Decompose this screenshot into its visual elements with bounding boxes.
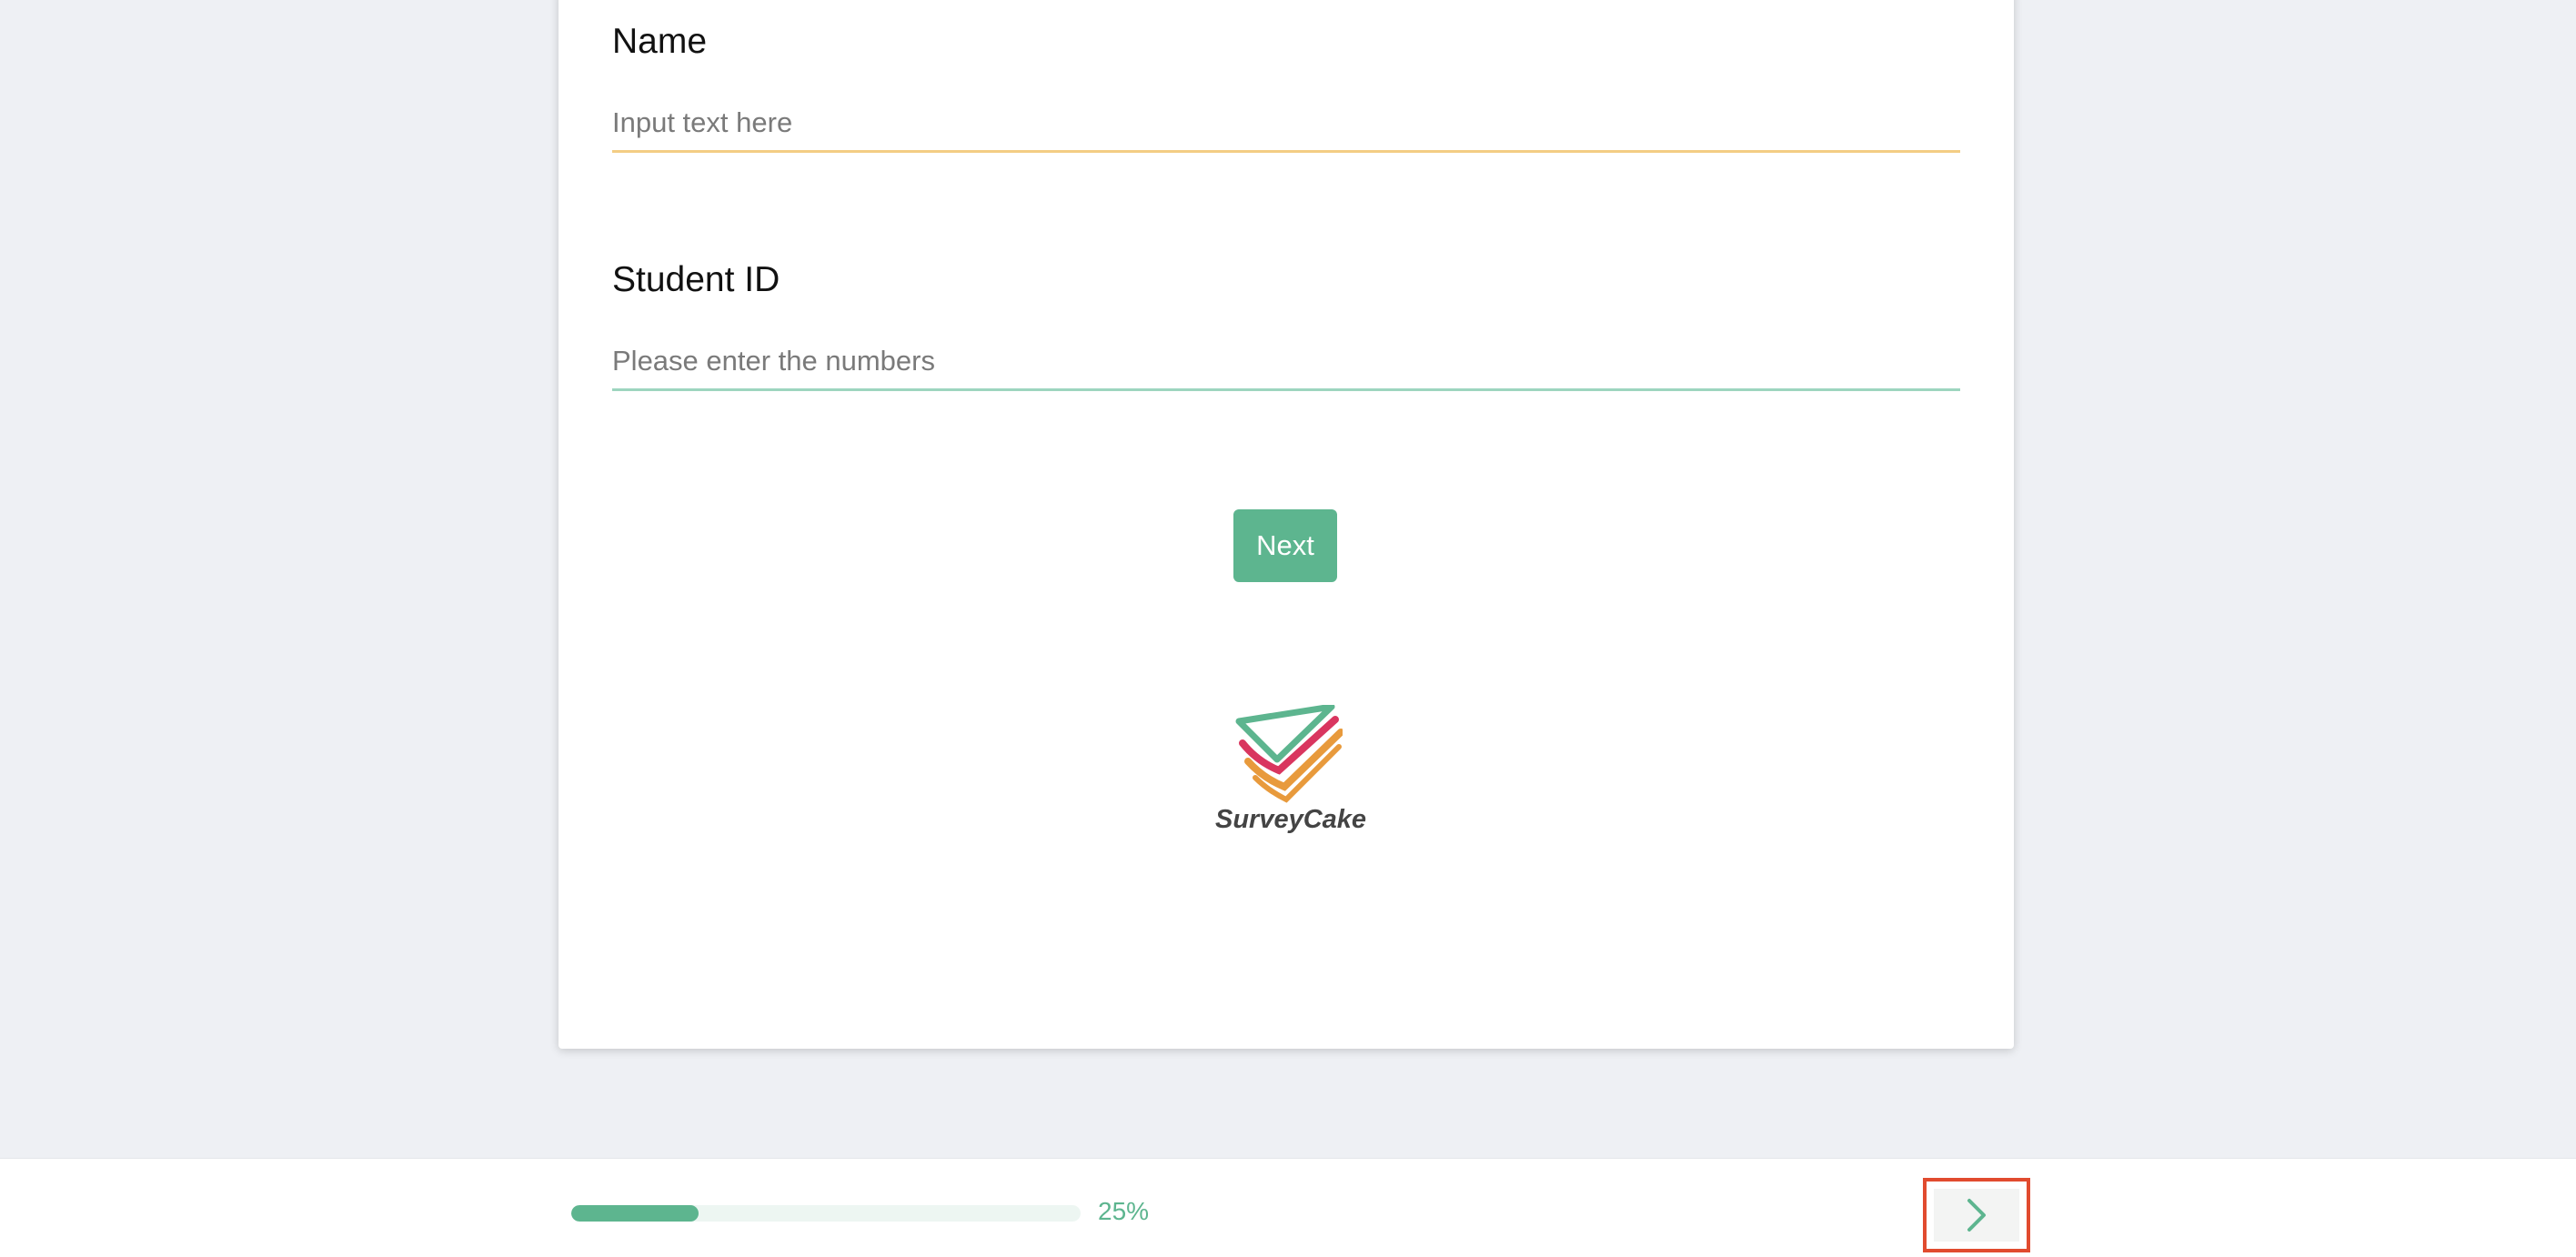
student-id-input[interactable] (612, 345, 1960, 391)
progress-footer: 25% (0, 1158, 2576, 1257)
next-page-button[interactable] (1923, 1178, 2030, 1252)
question-student-id: Student ID (612, 262, 1960, 391)
surveycake-logo: SurveyCake (1215, 705, 1367, 850)
surveycake-check-icon (1235, 705, 1343, 803)
survey-page: Name Student ID Next SurveyCake 25% (0, 0, 2576, 1257)
survey-card: Name Student ID Next SurveyCake (558, 0, 2014, 1049)
question-title-name: Name (612, 22, 708, 61)
logo-wordmark: SurveyCake (1215, 805, 1367, 834)
progress-fill (571, 1205, 699, 1222)
chevron-right-icon (1967, 1199, 1986, 1232)
name-input[interactable] (612, 106, 1960, 153)
question-title-student-id: Student ID (612, 260, 780, 299)
progress-bar (571, 1205, 1081, 1222)
next-button[interactable]: Next (1233, 509, 1337, 582)
progress-percent: 25% (1098, 1197, 1150, 1225)
next-page-button-surface[interactable] (1934, 1189, 2019, 1242)
question-name: Name (612, 24, 1960, 153)
